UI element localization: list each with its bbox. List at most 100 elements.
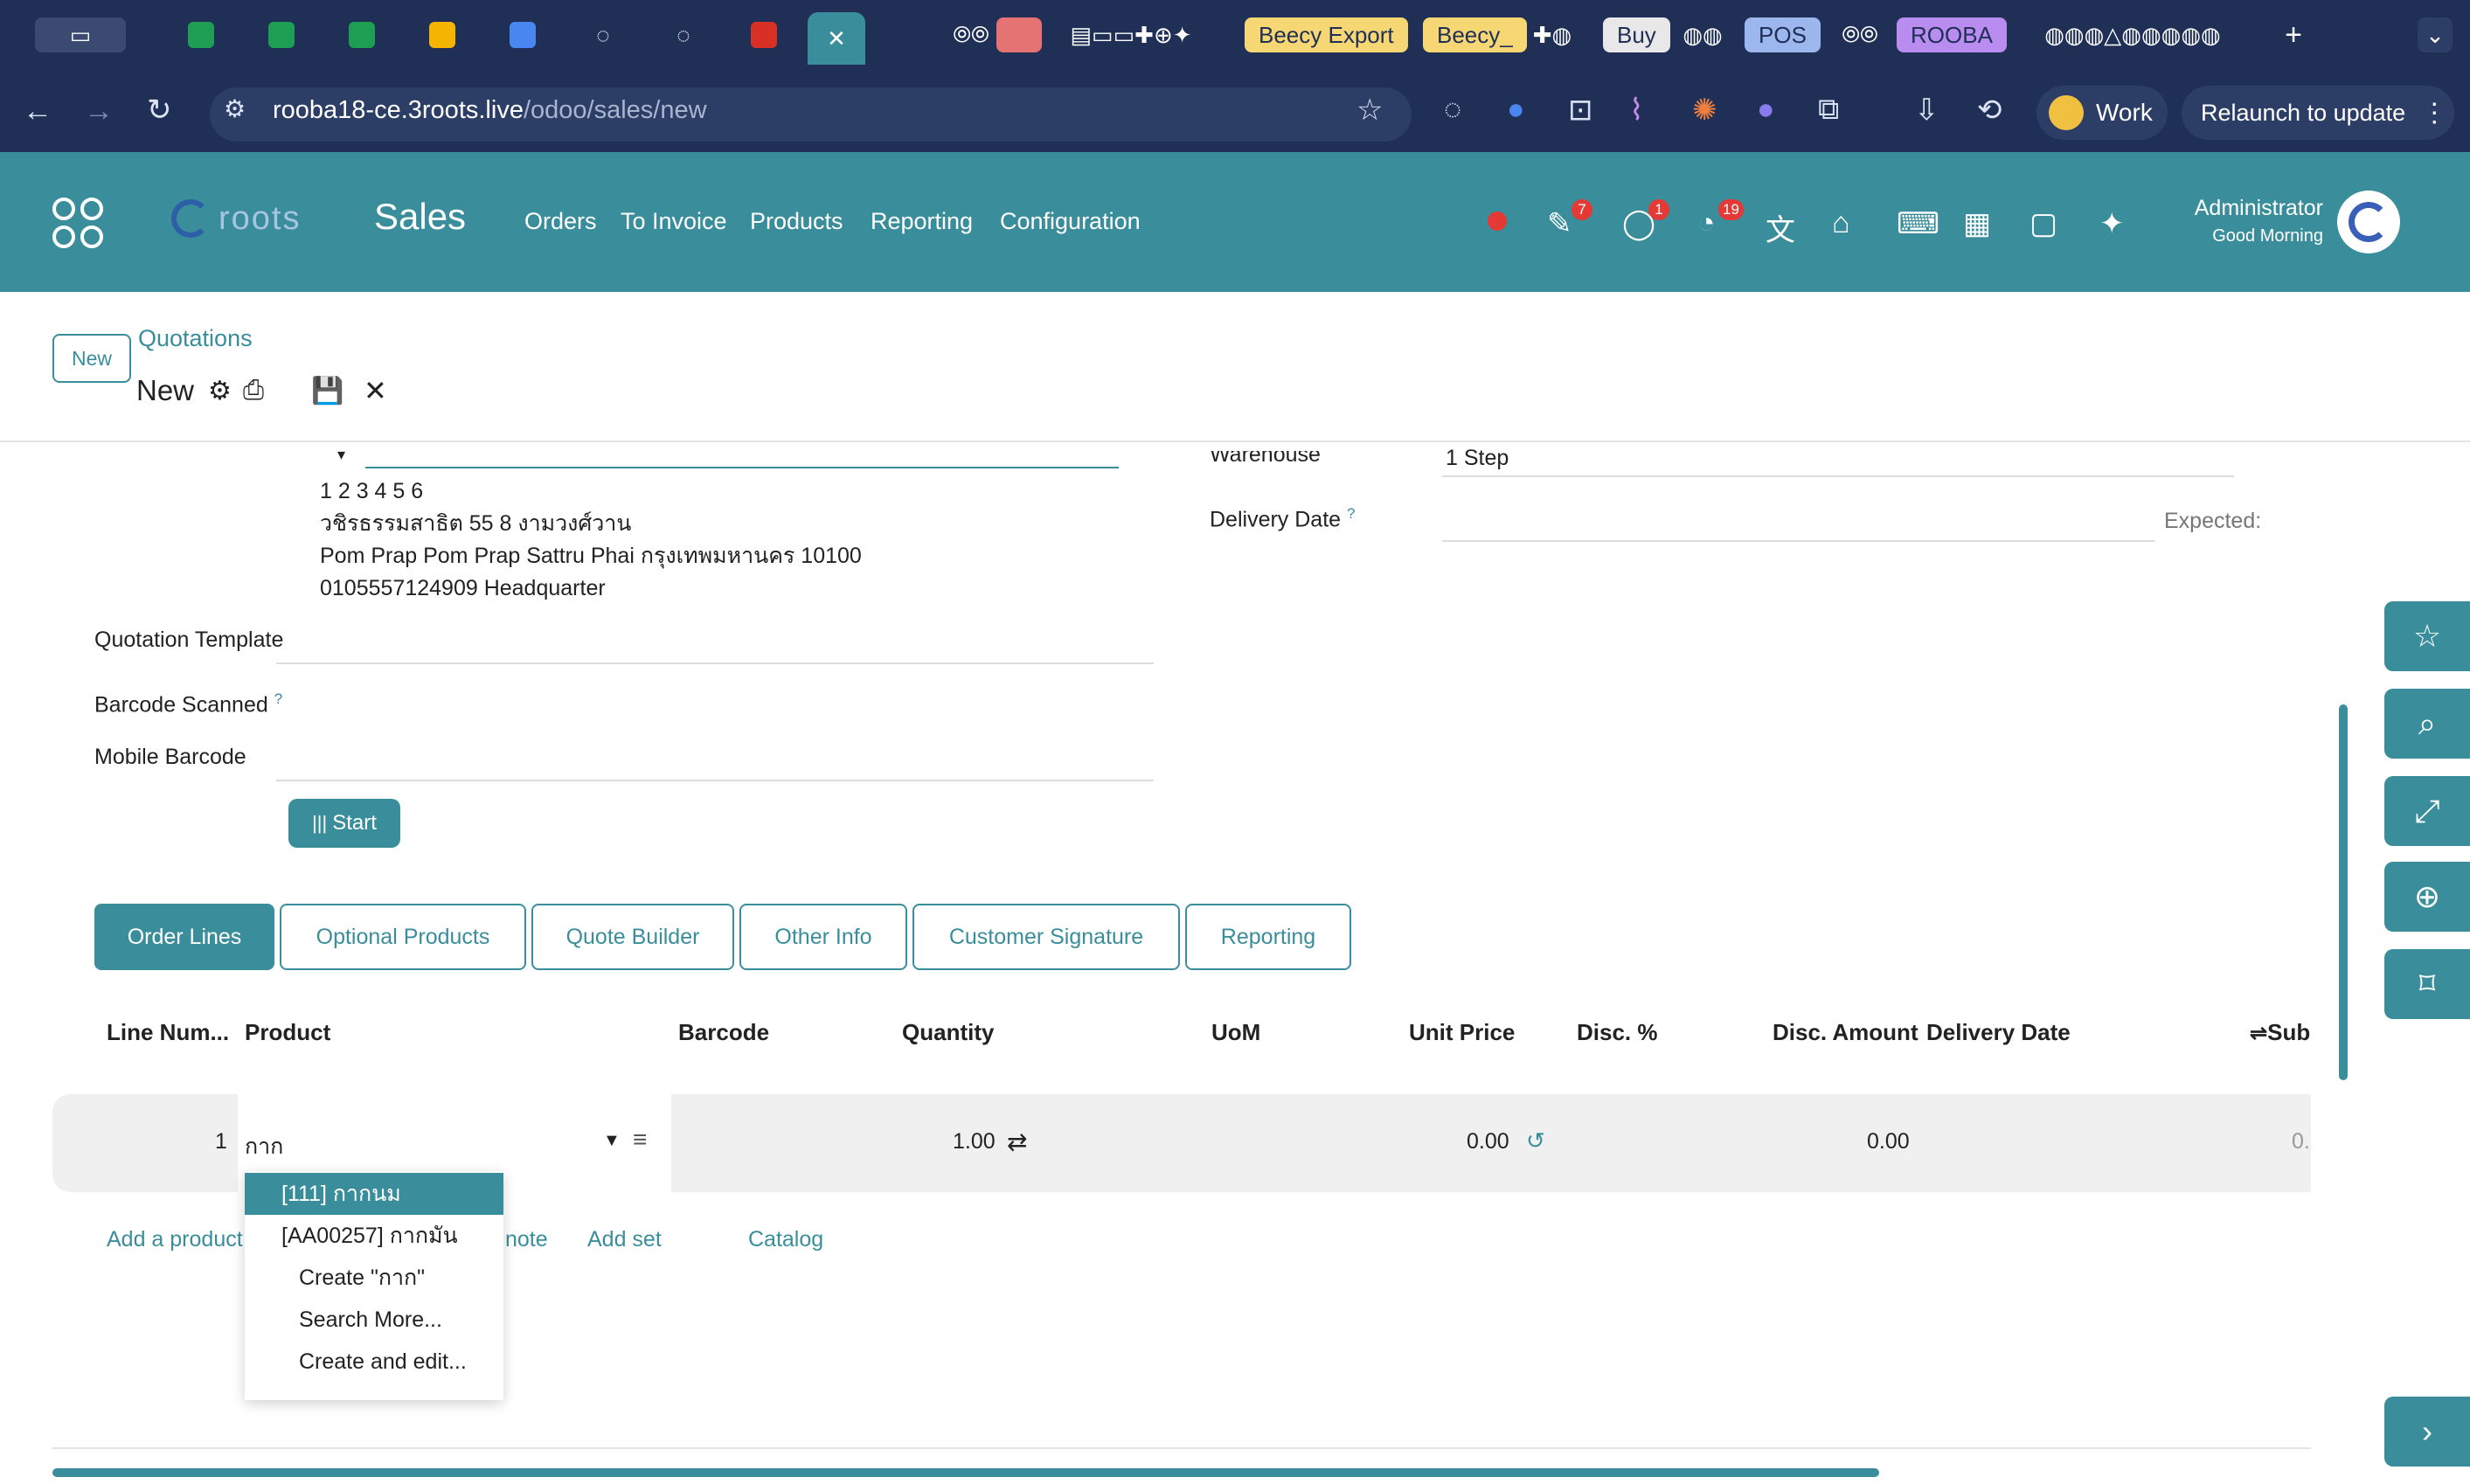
swap-arrows-icon[interactable]: ⇄ bbox=[1007, 1127, 1027, 1156]
expand-side-button[interactable]: ⤢ bbox=[2384, 776, 2470, 846]
caret-down-icon[interactable]: ▼ bbox=[603, 1131, 621, 1151]
tab-drive-icon[interactable] bbox=[425, 17, 460, 52]
column-delivery-date[interactable]: Delivery Date bbox=[1926, 1019, 2071, 1046]
tab-favicons-group[interactable]: ▤▭▭✚⊕✦ bbox=[1052, 17, 1210, 52]
tab-buy[interactable]: Buy bbox=[1603, 17, 1670, 52]
site-info-icon[interactable]: ⚙ bbox=[224, 94, 246, 123]
relaunch-button[interactable]: Relaunch to update ⋮ bbox=[2182, 86, 2454, 140]
performance-icon[interactable]: ⟲ bbox=[1977, 93, 2002, 128]
favorite-star-button[interactable]: ☆ bbox=[2384, 601, 2470, 671]
customer-field-underline[interactable] bbox=[365, 467, 1119, 468]
app-name[interactable]: Sales bbox=[374, 196, 466, 238]
apps-menu-icon[interactable] bbox=[52, 198, 103, 248]
tab-thai-icon[interactable] bbox=[996, 17, 1042, 52]
tab-favicons-group[interactable]: ⦾⦾ bbox=[1834, 17, 1886, 52]
tab-favicons-group[interactable]: ◍◍◍△◍◍◍◍◍ bbox=[2002, 17, 2264, 52]
warehouse-value[interactable]: 1 Step bbox=[1446, 446, 1509, 471]
tab-search-chevron-icon[interactable]: ⌄ bbox=[2418, 17, 2453, 52]
activity-edit-icon[interactable]: ✎ bbox=[1547, 206, 1572, 241]
menu-to-invoice[interactable]: To Invoice bbox=[621, 208, 727, 235]
column-disc-percent[interactable]: Disc. % bbox=[1577, 1019, 1658, 1046]
dropdown-option[interactable]: [AA00257] กากมัน bbox=[245, 1215, 503, 1257]
menu-configuration[interactable]: Configuration bbox=[1000, 208, 1141, 235]
product-input[interactable]: กาก bbox=[245, 1129, 283, 1164]
forward-arrow-icon[interactable]: → bbox=[84, 94, 114, 128]
menu-reporting[interactable]: Reporting bbox=[871, 208, 973, 235]
save-icon[interactable]: 💾 bbox=[311, 376, 343, 406]
delivery-date-field[interactable] bbox=[1442, 540, 2155, 542]
help-tooltip-icon[interactable]: ? bbox=[274, 690, 282, 707]
tab-other-info[interactable]: Other Info bbox=[739, 904, 907, 970]
breadcrumb-quotations[interactable]: Quotations bbox=[138, 325, 253, 352]
extension-wave-icon[interactable]: ⌇ bbox=[1629, 93, 1644, 128]
tab-favicons-group[interactable]: ◍◍ bbox=[1675, 17, 1731, 52]
column-disc-amount[interactable]: Disc. Amount bbox=[1773, 1019, 1918, 1046]
tab-roots-icon[interactable]: ◌ bbox=[666, 17, 701, 52]
tab-sheets-icon[interactable] bbox=[264, 17, 299, 52]
column-line-number[interactable]: Line Num... bbox=[107, 1019, 229, 1046]
tab-favicons-group[interactable]: ✚◍ bbox=[1530, 17, 1575, 52]
caret-down-icon[interactable]: ▾ bbox=[337, 446, 345, 464]
user-menu[interactable]: Administrator Good Morning bbox=[2162, 196, 2323, 246]
paint-roller-icon[interactable]: ▦ bbox=[1963, 206, 1991, 241]
new-tab-plus-icon[interactable]: + bbox=[2276, 17, 2311, 52]
column-quantity[interactable]: Quantity bbox=[902, 1019, 994, 1046]
company-logo[interactable]: roots bbox=[171, 199, 301, 238]
user-avatar[interactable] bbox=[2337, 191, 2400, 253]
start-scan-button[interactable]: ||| Start bbox=[288, 799, 400, 848]
new-record-button[interactable]: New bbox=[52, 334, 131, 383]
extension-crop-icon[interactable]: ⊡ bbox=[1568, 93, 1593, 128]
tab-reporting[interactable]: Reporting bbox=[1185, 904, 1351, 970]
download-icon[interactable]: ⇩ bbox=[1914, 93, 1939, 128]
dropdown-create-option[interactable]: Create "กาก" bbox=[245, 1257, 503, 1299]
profile-button[interactable]: Work bbox=[2036, 86, 2168, 140]
quantity-value[interactable]: 1.00 bbox=[953, 1129, 996, 1155]
extension-claude-icon[interactable]: ✺ bbox=[1692, 93, 1717, 128]
optional-columns-icon[interactable]: ⇌ bbox=[2250, 1022, 2267, 1045]
tab-beecy-export[interactable]: Beecy Export bbox=[1245, 17, 1408, 52]
company-building-icon[interactable]: ⌂ bbox=[1832, 206, 1850, 240]
menu-products[interactable]: Products bbox=[750, 208, 843, 235]
active-tab-close-icon[interactable]: ✕ bbox=[808, 12, 865, 65]
tab-beecy[interactable]: Beecy_ bbox=[1423, 17, 1527, 52]
tab-rooba[interactable]: ROOBA bbox=[1897, 17, 2007, 52]
extension-roots-icon[interactable]: ◌ bbox=[1444, 93, 1461, 127]
zoom-side-button[interactable]: ⊕ bbox=[2384, 862, 2470, 932]
tab-sheets-icon[interactable] bbox=[184, 17, 219, 52]
extensions-puzzle-icon[interactable]: ⧉ bbox=[1818, 93, 1839, 127]
tab-roots-icon[interactable]: ◌ bbox=[586, 17, 621, 52]
dropdown-create-and-edit[interactable]: Create and edit... bbox=[245, 1341, 503, 1383]
help-tooltip-icon[interactable]: ? bbox=[1347, 505, 1355, 522]
catalog-link[interactable]: Catalog bbox=[748, 1227, 823, 1252]
product-options-menu-icon[interactable]: ≡ bbox=[633, 1126, 647, 1154]
extension-video-icon[interactable]: ● bbox=[1507, 93, 1525, 127]
unit-price-value[interactable]: 0.00 bbox=[1467, 1129, 1509, 1155]
column-product[interactable]: Product bbox=[245, 1019, 330, 1046]
extension-lang-icon[interactable]: ● bbox=[1757, 93, 1775, 127]
tab-quote-builder[interactable]: Quote Builder bbox=[531, 904, 734, 970]
tab-order-lines[interactable]: Order Lines bbox=[94, 904, 274, 970]
url-text[interactable]: rooba18-ce.3roots.live/odoo/sales/new bbox=[273, 96, 707, 125]
gear-icon[interactable]: ⚙ bbox=[208, 376, 232, 406]
add-note-link[interactable]: note bbox=[505, 1227, 548, 1252]
add-set-link[interactable]: Add set bbox=[587, 1227, 662, 1252]
menu-orders[interactable]: Orders bbox=[524, 208, 597, 235]
add-product-link[interactable]: Add a product bbox=[107, 1227, 243, 1252]
dropdown-search-more[interactable]: Search More... bbox=[245, 1299, 503, 1341]
bookmark-star-icon[interactable]: ☆ bbox=[1356, 93, 1383, 128]
column-unit-price[interactable]: Unit Price bbox=[1409, 1019, 1515, 1046]
search-side-button[interactable]: ⌕ bbox=[2384, 689, 2470, 759]
recording-dot-icon[interactable] bbox=[1488, 212, 1507, 231]
print-icon[interactable]: ⎙ bbox=[243, 376, 264, 406]
code-icon[interactable]: ⌨ bbox=[1897, 206, 1939, 241]
column-barcode[interactable]: Barcode bbox=[678, 1019, 769, 1046]
horizontal-scrollbar[interactable] bbox=[52, 1468, 1879, 1477]
tab-optional-products[interactable]: Optional Products bbox=[280, 904, 526, 970]
tab-pos[interactable]: POS bbox=[1745, 17, 1821, 52]
bookmark-side-button[interactable]: ⌑ bbox=[2384, 949, 2470, 1019]
back-arrow-icon[interactable]: ← bbox=[23, 94, 52, 128]
timer-icon[interactable]: ◔ bbox=[1697, 206, 1716, 240]
discard-close-icon[interactable]: ✕ bbox=[364, 374, 387, 407]
tab-sheets-icon[interactable] bbox=[344, 17, 379, 52]
lightbulb-icon[interactable]: ✦ bbox=[2099, 206, 2125, 241]
